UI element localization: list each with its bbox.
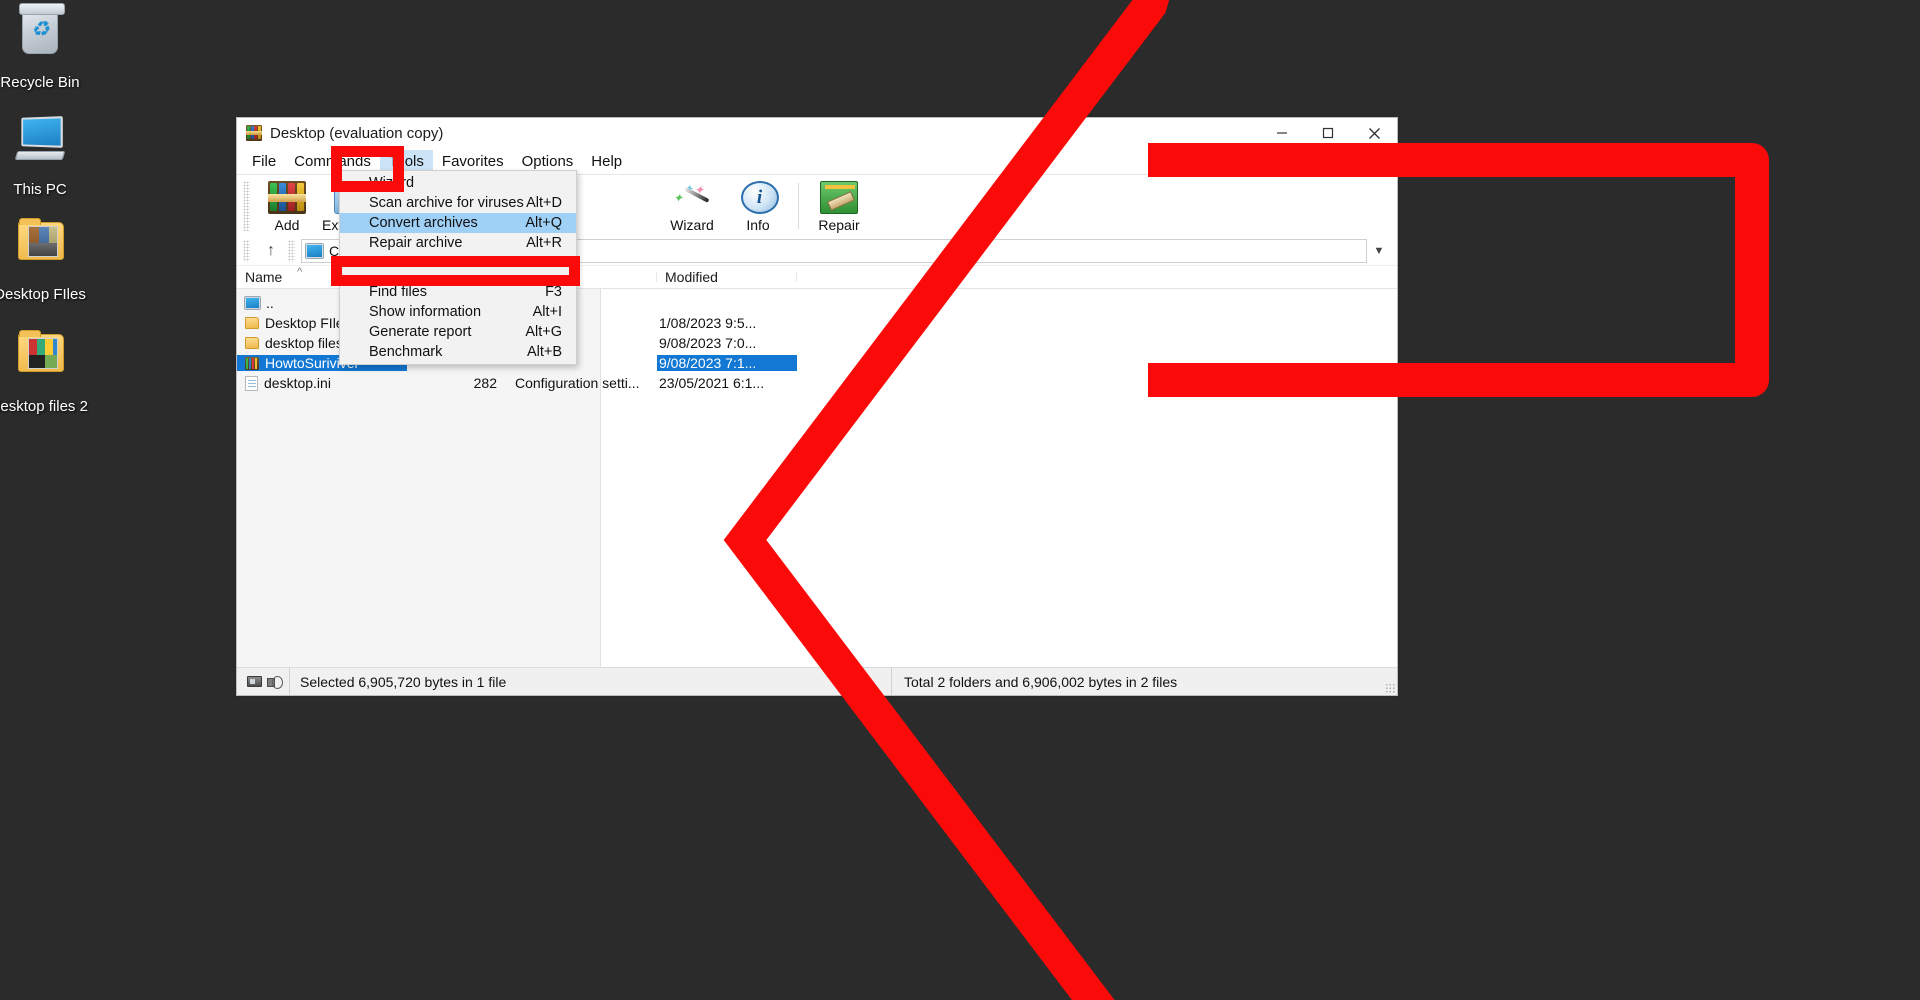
menu-item-label: Repair archive (369, 235, 463, 251)
repair-icon (820, 181, 858, 214)
menu-item-label: Convert archives (369, 215, 478, 231)
desktop-icon-recycle-bin[interactable]: Recycle Bin (0, 3, 98, 92)
file-name-text: Desktop FIles (265, 315, 351, 331)
file-name-text: .. (266, 295, 274, 311)
status-total: Total 2 folders and 6,906,002 bytes in 2… (891, 668, 1383, 695)
menu-item-benchmark[interactable]: Benchmark Alt+B (340, 342, 576, 362)
status-total-text: Total 2 folders and 6,906,002 bytes in 2… (904, 673, 1178, 690)
file-name-cell: desktop.ini (237, 375, 407, 391)
table-row[interactable]: desktop.ini 282 Configuration setti... 2… (237, 373, 1397, 393)
menu-item-convert-archives[interactable]: Convert archives Alt+Q (340, 213, 576, 233)
menu-item-label: Benchmark (369, 344, 443, 360)
address-grip[interactable] (243, 240, 250, 262)
wizard-wand-icon: ✦✦✦ (673, 181, 711, 214)
convert-archives-highlight (331, 256, 580, 286)
window-controls (1259, 118, 1397, 148)
maximize-icon[interactable] (1305, 118, 1351, 148)
this-pc-icon (12, 113, 68, 173)
tools-menu-highlight (331, 146, 404, 192)
add-archive-icon (268, 181, 306, 214)
toolbar-info-button[interactable]: Info (725, 177, 791, 235)
toolbar-button-label: Add (274, 217, 300, 233)
menu-file[interactable]: File (243, 150, 285, 173)
menu-item-accelerator: Alt+I (532, 304, 562, 320)
file-modified-cell: 23/05/2021 6:1... (659, 375, 765, 391)
toolbar-button-label: Wizard (670, 217, 714, 233)
menu-item-accelerator: Alt+G (525, 324, 562, 340)
recycle-bin-icon (12, 3, 68, 66)
menu-item-accelerator: Alt+Q (525, 215, 562, 231)
info-icon (740, 181, 779, 214)
file-modified-cell: 1/08/2023 9:5... (659, 315, 757, 331)
resize-grip[interactable] (1383, 668, 1397, 695)
minimize-icon[interactable] (1259, 118, 1305, 148)
file-size-cell: 282 (473, 375, 497, 391)
parent-folder-icon (245, 297, 260, 309)
menu-item-repair-archive[interactable]: Repair archive Alt+R (340, 233, 576, 253)
status-selected: Selected 6,905,720 bytes in 1 file (289, 668, 891, 695)
file-modified-cell: 9/08/2023 7:1... (657, 355, 797, 371)
column-header-label: Modified (665, 269, 718, 285)
desktop-icon-label: Recycle Bin (0, 74, 80, 91)
toolbar-button-label: Repair (818, 217, 860, 233)
desktop-icon-label: Desktop FIles (0, 286, 86, 303)
file-name-text: desktop.ini (264, 375, 331, 391)
desktop-icon-this-pc[interactable]: This PC (0, 113, 98, 199)
menu-item-accelerator: Alt+B (526, 344, 562, 360)
folder-icon (245, 337, 259, 349)
ini-file-icon (245, 375, 258, 391)
menu-item-show-information[interactable]: Show information Alt+I (340, 302, 576, 322)
file-type-cell: Configuration setti... (515, 375, 640, 391)
toolbar-add-button[interactable]: Add (254, 177, 320, 235)
winrar-books-icon (246, 125, 262, 141)
menu-item-accelerator: Alt+R (526, 235, 562, 251)
title-bar[interactable]: Desktop (evaluation copy) (237, 118, 1397, 148)
status-selected-text: Selected 6,905,720 bytes in 1 file (300, 673, 507, 690)
menu-item-accelerator: Alt+D (526, 195, 562, 211)
menu-item-label: Find files (369, 284, 428, 300)
chevron-down-icon[interactable]: ▼ (1367, 245, 1391, 257)
window-title: Desktop (evaluation copy) (270, 124, 444, 142)
status-bar-icons (237, 676, 289, 689)
column-header-modified[interactable]: Modified (657, 269, 797, 285)
screen: Recycle Bin This PC Desktop FIles deskto… (0, 0, 1920, 1000)
sort-ascending-icon: ^ (297, 266, 303, 278)
folder-pictures-icon (12, 330, 68, 390)
rar-archive-icon (245, 356, 259, 370)
computer-icon (306, 244, 323, 258)
menu-item-label: Generate report (369, 324, 472, 340)
column-header-label: Name (245, 269, 283, 285)
desktop-icon-desktop-files[interactable]: Desktop FIles (0, 218, 98, 304)
menu-item-label: Show information (369, 304, 482, 320)
keyboard-icon (246, 676, 262, 687)
toolbar-button-label: Info (746, 217, 770, 233)
up-arrow-icon[interactable]: ↑ (256, 239, 286, 263)
desktop-icon-label: This PC (13, 181, 67, 198)
menu-item-scan-archive-for-viruses[interactable]: Scan archive for viruses Alt+D (340, 193, 576, 213)
close-icon[interactable] (1351, 118, 1397, 148)
status-bar: Selected 6,905,720 bytes in 1 file Total… (237, 667, 1397, 695)
disc-icon (266, 676, 283, 689)
menu-item-label: Scan archive for viruses (369, 195, 524, 211)
address-grip[interactable] (288, 240, 295, 262)
file-modified-cell: 9/08/2023 7:0... (659, 335, 757, 351)
toolbar-repair-button[interactable]: Repair (806, 177, 872, 235)
toolbar-grip[interactable] (243, 181, 250, 231)
desktop-icon-desktop-files-2[interactable]: desktop files 2 (0, 330, 98, 416)
toolbar-wizard-button[interactable]: ✦✦✦ Wizard (659, 177, 725, 235)
folder-icon (245, 317, 259, 329)
menu-help[interactable]: Help (582, 150, 631, 173)
menu-item-accelerator: F3 (545, 284, 562, 300)
folder-pictures-icon (12, 218, 68, 278)
toolbar-separator (798, 183, 799, 229)
menu-item-generate-report[interactable]: Generate report Alt+G (340, 322, 576, 342)
desktop-icon-label: desktop files 2 (0, 398, 88, 415)
